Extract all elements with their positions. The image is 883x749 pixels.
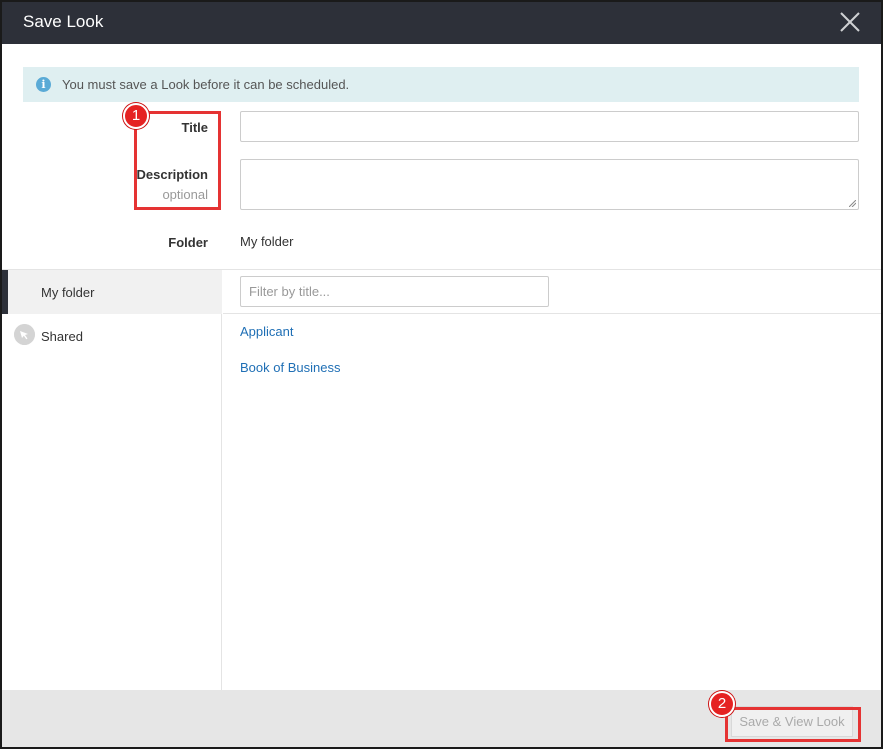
callout-box-1 xyxy=(134,111,221,210)
divider xyxy=(223,313,881,314)
filter-input[interactable] xyxy=(240,276,549,307)
callout-badge-1: 1 xyxy=(123,103,149,129)
description-field[interactable] xyxy=(240,159,859,210)
folder-item-label: My folder xyxy=(41,285,95,300)
callout-badge-2: 2 xyxy=(709,691,735,717)
close-icon[interactable] xyxy=(839,11,861,33)
resize-grip-icon[interactable] xyxy=(849,200,856,207)
active-indicator xyxy=(2,270,8,314)
shared-icon xyxy=(14,324,35,345)
info-icon: i xyxy=(36,77,51,92)
save-look-dialog: Save Look i You must save a Look before … xyxy=(0,0,883,749)
selected-folder-value: My folder xyxy=(240,234,294,249)
look-link-book-of-business[interactable]: Book of Business xyxy=(240,360,340,375)
dialog-titlebar: Save Look xyxy=(2,2,881,44)
folder-nav: My folder Shared xyxy=(2,270,222,692)
folder-label: Folder xyxy=(168,235,208,250)
dialog-title: Save Look xyxy=(23,12,104,31)
look-link-applicant[interactable]: Applicant xyxy=(240,324,293,339)
folder-item-label: Shared xyxy=(41,329,83,344)
title-input[interactable] xyxy=(240,111,859,142)
alert-message: You must save a Look before it can be sc… xyxy=(62,77,350,92)
callout-box-2 xyxy=(725,707,861,742)
info-alert: i You must save a Look before it can be … xyxy=(23,67,859,102)
folder-item-my-folder[interactable]: My folder xyxy=(2,270,222,314)
folder-item-shared[interactable]: Shared xyxy=(2,314,222,358)
